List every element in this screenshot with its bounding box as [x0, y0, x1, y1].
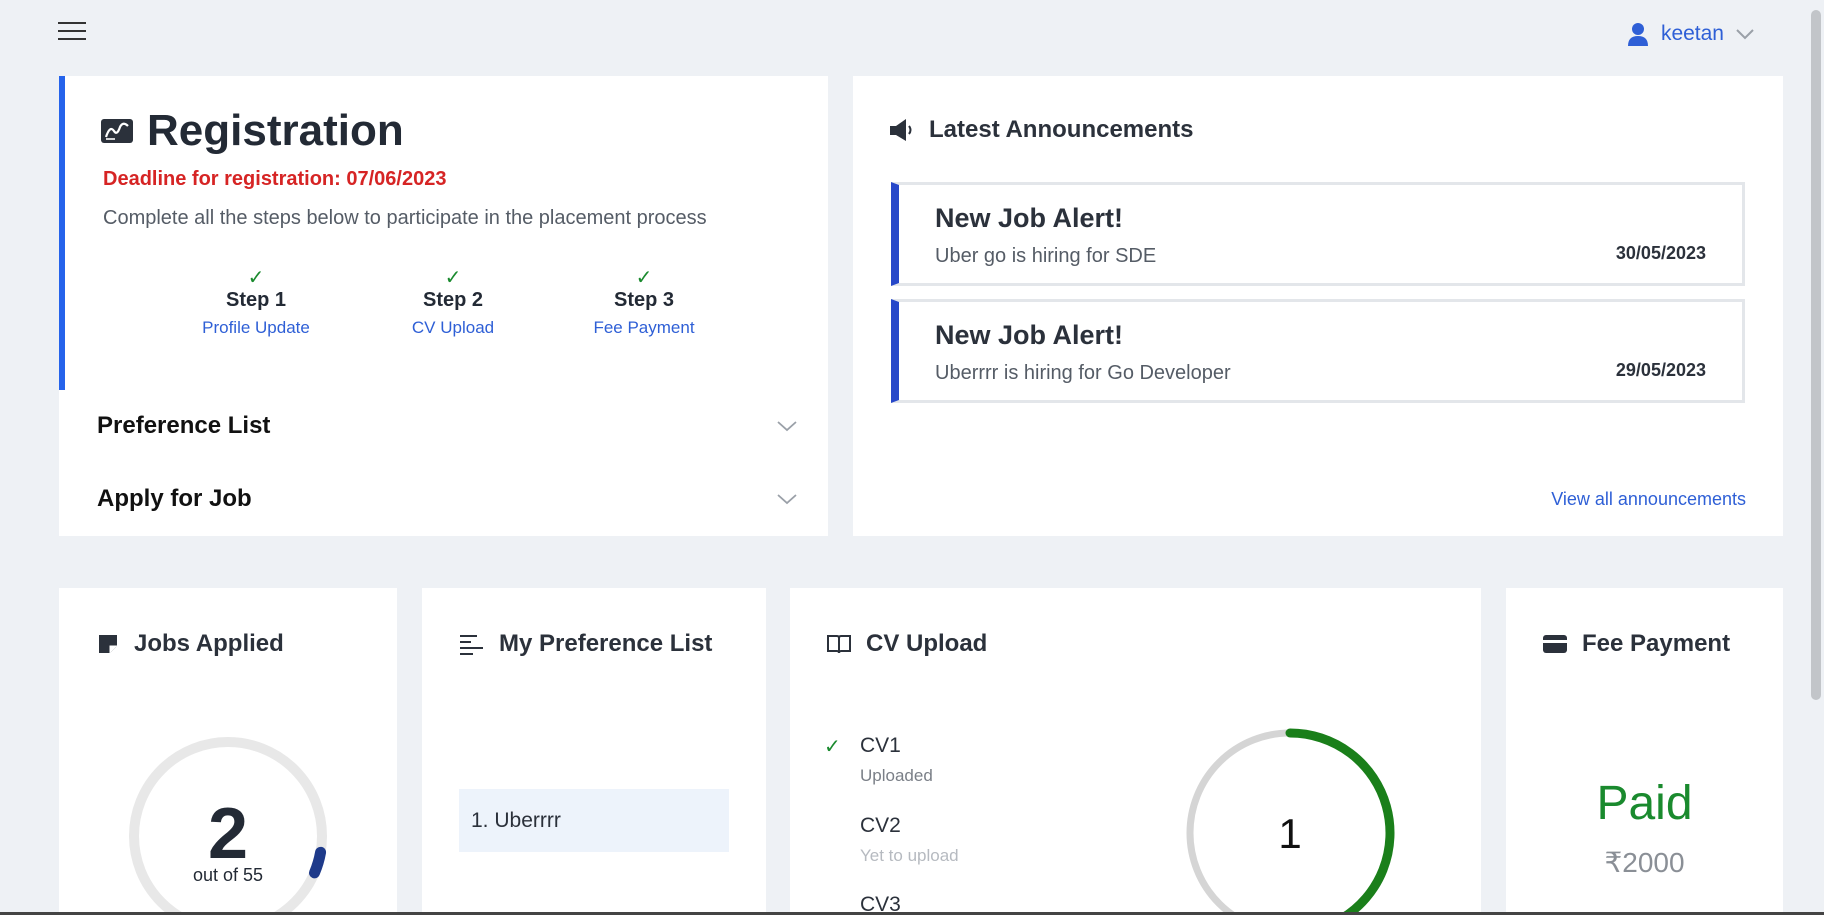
check-icon: ✓ — [635, 267, 653, 289]
chevron-down-icon — [1736, 29, 1754, 40]
jobs-count: 2 — [208, 794, 248, 874]
preference-list-card: My Preference List 1. Uberrrr — [422, 588, 766, 915]
cv-progress-arc — [1285, 728, 1395, 915]
jobs-total-label: out of 55 — [193, 865, 263, 885]
cv-progress-ring: 1 — [1186, 728, 1395, 915]
accordion-preference-list[interactable]: Preference List — [97, 406, 797, 446]
list-icon — [460, 635, 483, 655]
page-title: Registration — [147, 106, 404, 155]
step-label: Step 3 — [613, 289, 675, 311]
scrollbar[interactable] — [1811, 10, 1821, 700]
step-link-cv-upload[interactable]: CV Upload — [353, 318, 553, 338]
top-bar: keetan — [0, 0, 1824, 70]
preference-item[interactable]: 1. Uberrrr — [459, 789, 729, 852]
steps: ✓ Step 1 Profile Update ✓ Step 2 CV Uplo… — [59, 265, 828, 355]
fee-payment-card: Fee Payment Paid ₹2000 — [1506, 588, 1783, 915]
chevron-down-icon — [777, 494, 797, 505]
signature-icon — [101, 119, 133, 143]
jobs-progress-ring: 2 out of 55 — [129, 737, 327, 915]
credit-card-icon — [1543, 635, 1567, 653]
announcement-item[interactable]: New Job Alert! Uberrrr is hiring for Go … — [891, 299, 1745, 403]
card-title: Fee Payment — [1582, 630, 1731, 657]
user-icon — [1627, 23, 1648, 46]
accordion-label: Preference List — [97, 412, 271, 439]
view-all-announcements-link[interactable]: View all announcements — [1551, 489, 1746, 510]
user-name: keetan — [1660, 22, 1724, 45]
announcement-date: 30/05/2023 — [1615, 243, 1706, 263]
user-menu[interactable]: keetan — [1627, 22, 1754, 46]
check-icon: ✓ — [444, 267, 462, 289]
accordion-label: Apply for Job — [97, 485, 252, 512]
deadline-text: Deadline for registration: 07/06/2023 — [103, 168, 447, 190]
announcements-title: Latest Announcements — [929, 116, 1194, 143]
step-1: ✓ Step 1 Profile Update — [156, 265, 356, 338]
registration-card: Registration Deadline for registration: … — [59, 76, 828, 536]
announcement-item[interactable]: New Job Alert! Uber go is hiring for SDE… — [891, 182, 1745, 286]
check-icon: ✓ — [247, 267, 265, 289]
registration-description: Complete all the steps below to particip… — [103, 207, 707, 229]
chevron-down-icon — [777, 421, 797, 432]
cv-upload-card: CV Upload ✓ CV1 Uploaded CV2 Yet to uplo… — [790, 588, 1481, 915]
megaphone-icon — [890, 119, 912, 141]
announcement-text: Uber go is hiring for SDE — [935, 245, 1157, 267]
announcement-heading: New Job Alert! — [935, 203, 1124, 233]
payment-status: Paid — [1596, 777, 1693, 830]
announcements-card: Latest Announcements New Job Alert! Uber… — [853, 76, 1783, 536]
step-link-fee-payment[interactable]: Fee Payment — [544, 318, 744, 338]
step-link-profile-update[interactable]: Profile Update — [156, 318, 356, 338]
announcement-heading: New Job Alert! — [935, 320, 1124, 350]
step-3: ✓ Step 3 Fee Payment — [544, 265, 744, 338]
card-title: My Preference List — [499, 630, 713, 657]
step-2: ✓ Step 2 CV Upload — [353, 265, 553, 338]
announcement-date: 29/05/2023 — [1615, 360, 1706, 380]
jobs-progress-arc — [308, 846, 327, 879]
jobs-applied-card: Jobs Applied 2 out of 55 — [59, 588, 397, 915]
cv-uploaded-count: 1 — [1278, 810, 1301, 857]
step-label: Step 2 — [422, 289, 484, 311]
menu-icon[interactable] — [58, 22, 86, 44]
step-label: Step 1 — [225, 289, 287, 311]
accordion-apply-for-job[interactable]: Apply for Job — [97, 479, 797, 519]
payment-amount: ₹2000 — [1604, 847, 1685, 878]
announcement-text: Uberrrr is hiring for Go Developer — [935, 362, 1231, 384]
